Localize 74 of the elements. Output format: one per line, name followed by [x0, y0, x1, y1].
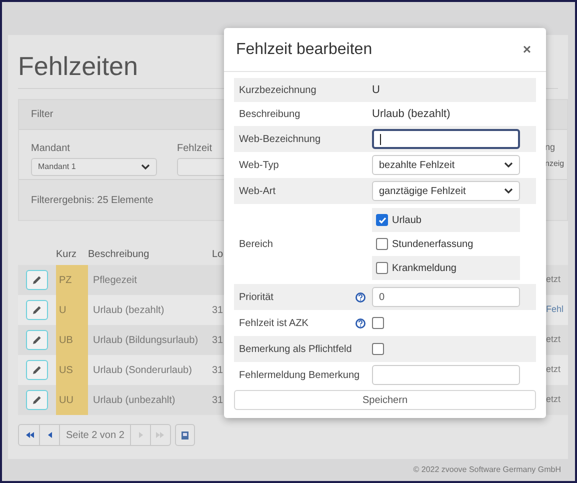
table-cell-text: Pflegezeit: [93, 274, 137, 288]
filter-title: Filter: [31, 108, 54, 122]
table-cell-text: etzt: [546, 393, 561, 406]
chevron-down-icon: [504, 188, 513, 194]
close-button[interactable]: ×: [520, 39, 534, 60]
table-cell: U: [56, 295, 88, 325]
table-cell-text: etzt: [546, 273, 561, 286]
checkbox[interactable]: [372, 343, 384, 355]
edit-button[interactable]: [26, 330, 48, 350]
pencil-icon: [32, 335, 42, 345]
edit-button[interactable]: [26, 270, 48, 290]
field-value: U: [372, 82, 380, 98]
column-header: Beschreibung: [88, 248, 150, 262]
field-label: Web-Art: [239, 184, 276, 198]
save-button[interactable]: Speichern: [234, 390, 536, 410]
checkbox[interactable]: [376, 262, 388, 274]
field-label: Beschreibung: [239, 108, 300, 122]
select-field[interactable]: bezahlte Fehlzeit: [372, 155, 520, 175]
select-field[interactable]: ganztägige Fehlzeit: [372, 181, 520, 201]
pencil-icon: [32, 275, 42, 285]
table-cell-text: Urlaub (Bildungsurlaub): [93, 334, 198, 348]
column-header: Lo: [212, 248, 224, 262]
field-label: Kurzbezeichnung: [239, 84, 316, 98]
input-field[interactable]: [372, 129, 520, 149]
field-label: Bemerkung als Pflichtfeld: [239, 342, 352, 356]
table-cell-text: Urlaub (unbezahlt): [93, 394, 176, 408]
edit-button[interactable]: [26, 390, 48, 410]
chevron-down-icon: [141, 164, 150, 170]
select-field[interactable]: Mandant 1: [31, 158, 157, 176]
table-cell: PZ: [56, 265, 88, 295]
field-label: Mandant: [31, 142, 71, 156]
table-cell-text: 31: [212, 364, 224, 378]
help-icon[interactable]: [355, 292, 366, 302]
pencil-icon: [32, 305, 42, 315]
checkbox[interactable]: [376, 214, 388, 226]
pencil-icon: [32, 365, 42, 375]
filter-result: Filterergebnis: 25 Elemente: [31, 194, 154, 208]
page-indicator: Seite 2 von 2: [59, 425, 130, 445]
table-cell-text: Fehl: [546, 303, 564, 316]
table-cell-text: etzt: [546, 333, 561, 346]
table-cell-text: Urlaub (bezahlt): [93, 304, 164, 318]
table-cell: UB: [56, 325, 88, 355]
input-field[interactable]: 0: [372, 287, 520, 307]
field-label: Fehlzeit ist AZK: [239, 316, 308, 330]
footer-text: © 2022 zvoove Software Germany GmbH: [413, 464, 561, 476]
checkbox[interactable]: [376, 238, 388, 250]
chevron-down-icon: [504, 162, 513, 168]
document-icon: [181, 430, 190, 440]
table-cell: US: [56, 355, 88, 385]
field-label: Fehlermeldung Bemerkung: [239, 368, 360, 382]
table-cell-text: 31: [212, 334, 224, 348]
table-cell-text: Urlaub (Sonderurlaub): [93, 364, 192, 378]
export-button[interactable]: [175, 424, 196, 446]
edit-button[interactable]: [26, 360, 48, 380]
table-cell-text: 31: [212, 394, 224, 408]
page-title: Fehlzeiten: [18, 51, 138, 81]
table-cell-text: 31: [212, 304, 224, 318]
field-label: Bereich: [239, 238, 273, 252]
pencil-icon: [32, 395, 42, 405]
table-cell: UU: [56, 385, 88, 415]
checkbox-label: Urlaub: [392, 214, 422, 228]
help-icon[interactable]: [355, 318, 366, 328]
field-label: Priorität: [239, 290, 274, 304]
field-value: Urlaub (bezahlt): [372, 106, 450, 122]
checkbox-label: Krankmeldung: [392, 262, 456, 276]
field-label: Web-Bezeichnung: [239, 132, 321, 146]
checkbox[interactable]: [372, 317, 384, 329]
table-cell-text: etzt: [546, 363, 561, 376]
dialog-title: Fehlzeit bearbeiten: [236, 40, 372, 60]
field-label: Fehlzeit: [177, 142, 214, 156]
checkbox-label: Stundenerfassung: [392, 238, 474, 252]
edit-button[interactable]: [26, 300, 48, 320]
column-header: Kurz: [56, 248, 78, 262]
field-label: Web-Typ: [239, 158, 279, 172]
